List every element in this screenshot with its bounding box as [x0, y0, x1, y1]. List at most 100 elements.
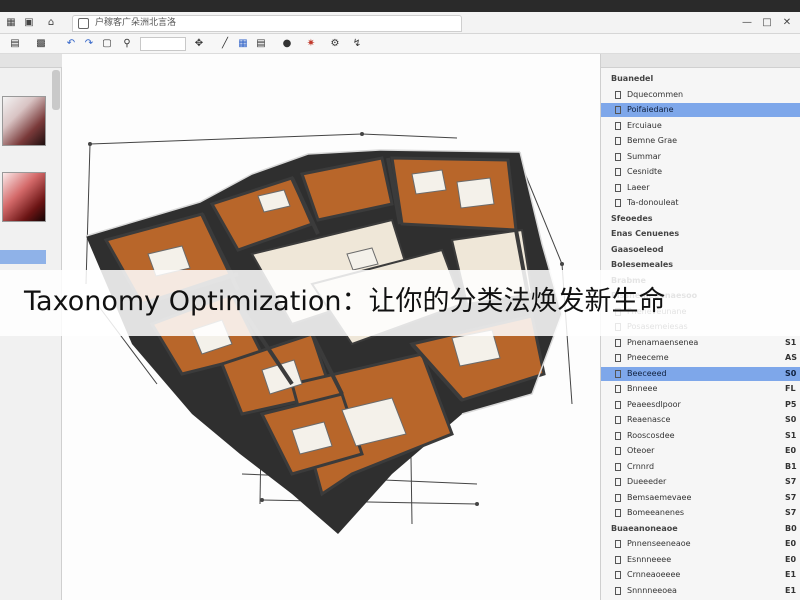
property-row[interactable]: Beeceeed S0 [601, 366, 800, 381]
help-icon[interactable]: ↯ [350, 37, 364, 51]
property-row[interactable]: Ercuiaue [601, 119, 800, 133]
title-banner: Taxonomy Optimization：让你的分类法焕发新生命 [0, 270, 800, 336]
property-label: Sfeoedes [611, 213, 653, 223]
property-icon [615, 168, 621, 176]
undo-icon[interactable]: ↶ [64, 37, 78, 51]
property-row[interactable]: Crnnrd B1 [601, 460, 800, 474]
property-row[interactable]: Bemne Grae [601, 134, 800, 148]
material-swatch-red[interactable] [2, 172, 46, 222]
property-row[interactable]: Summar [601, 150, 800, 164]
property-row[interactable]: Crnneaoeeee E1 [601, 568, 800, 582]
property-icon [615, 416, 621, 424]
zoom-icon[interactable]: ⚲ [120, 37, 134, 51]
property-row[interactable]: Reaenasce S0 [601, 413, 800, 427]
property-value: P5 [785, 399, 797, 409]
property-row[interactable]: Pnnenseeneaoe E0 [601, 537, 800, 551]
property-row[interactable]: Bemsaemevaee S7 [601, 491, 800, 505]
banner-title: Taxonomy Optimization：让你的分类法焕发新生命 [24, 286, 666, 317]
property-label: Esnnneeee [627, 554, 672, 564]
minimize-icon[interactable]: — [740, 16, 754, 30]
property-value: S1 [785, 430, 797, 440]
material-swatch-dark[interactable] [2, 96, 46, 146]
property-icon [615, 540, 621, 548]
property-row[interactable]: Sfeoedes [601, 212, 800, 226]
property-icon [615, 183, 621, 192]
file-icon[interactable]: ▣ [22, 16, 36, 30]
property-row[interactable]: Pnenamaensenea S1 [601, 336, 800, 350]
property-label: Snnnneeoea [627, 585, 677, 595]
render-icon[interactable]: ● [280, 37, 294, 51]
measure-icon[interactable]: ✷ [304, 37, 318, 51]
property-row[interactable]: Buaeanoneaoe B0 [601, 522, 800, 536]
palette-selected-item[interactable] [0, 250, 46, 264]
property-label: Ercuiaue [627, 120, 662, 130]
property-row[interactable]: Dueeeder S7 [601, 475, 800, 489]
property-value: E0 [785, 539, 797, 548]
property-row[interactable]: Bomeeanenes S7 [601, 506, 800, 520]
property-label: Cesnidte [627, 167, 663, 176]
close-icon[interactable]: ✕ [780, 16, 794, 30]
property-label: Buanedel [611, 74, 654, 83]
property-row[interactable]: Ta-donouleat [601, 196, 800, 210]
property-row[interactable]: Gaasoeleod [601, 243, 800, 257]
property-row[interactable]: Dquecommen [601, 88, 800, 102]
property-label: Bomeeanenes [627, 508, 685, 517]
property-value: E1 [785, 570, 797, 579]
property-row[interactable]: Pneeceme AS [601, 351, 800, 365]
property-icon [615, 90, 621, 99]
property-row[interactable]: Enas Cenuenes [601, 227, 800, 241]
property-label: Bemsaemevaee [627, 492, 692, 502]
property-label: Reaenasce [627, 415, 671, 424]
property-icon [615, 462, 621, 471]
select-icon[interactable]: ▢ [100, 37, 114, 51]
property-row[interactable]: Rooscosdee S1 [601, 429, 800, 443]
document-tab-title: 户稼客广朵洲北言洛 [95, 18, 177, 28]
property-row[interactable]: Peaeesdlpoor P5 [601, 398, 800, 412]
tab-bar: ▦ ▣ ⌂ 户稼客广朵洲北言洛 — □ ✕ [0, 12, 800, 34]
property-icon [615, 137, 621, 145]
fill-icon[interactable]: ▤ [254, 37, 268, 51]
document-tab[interactable]: 户稼客广朵洲北言洛 [72, 15, 462, 32]
maximize-icon[interactable]: □ [760, 16, 774, 30]
property-icon [615, 493, 621, 502]
property-icon [615, 400, 621, 409]
property-icon [615, 478, 621, 486]
property-value: AS [785, 353, 797, 362]
property-row[interactable]: Cesnidte [601, 165, 800, 179]
pan-icon[interactable]: ✥ [192, 37, 206, 51]
property-row[interactable]: Snnnneeoea E1 [601, 584, 800, 598]
document-icon [78, 18, 89, 29]
property-label: Peaeesdlpoor [627, 399, 681, 409]
palette-scrollbar[interactable] [52, 70, 60, 110]
property-label: Pnenamaensenea [627, 337, 699, 347]
property-row[interactable]: Esnnneeee E0 [601, 553, 800, 567]
wall-tool-icon[interactable]: ▦ [236, 37, 250, 51]
property-row[interactable]: Bnneee FL [601, 382, 800, 396]
property-icon [615, 199, 621, 207]
property-row[interactable]: Laeer [601, 181, 800, 195]
property-value: S7 [785, 492, 797, 502]
settings-icon[interactable]: ⚙ [328, 37, 342, 51]
print-icon[interactable]: ▩ [34, 37, 48, 51]
property-label: Bnneee [627, 384, 658, 393]
save-icon[interactable]: ▤ [8, 37, 22, 51]
property-value: E0 [785, 446, 797, 455]
property-icon [615, 555, 621, 564]
property-label: Beeceeed [627, 368, 667, 378]
property-icon [615, 385, 621, 393]
redo-icon[interactable]: ↷ [82, 37, 96, 51]
zoom-field[interactable] [140, 37, 186, 51]
line-tool-icon[interactable]: ╱ [218, 37, 232, 51]
property-label: Dueeeder [627, 477, 667, 486]
property-row[interactable]: Buanedel [601, 72, 800, 86]
property-row[interactable]: Oteoer E0 [601, 444, 800, 458]
app-menu-icon[interactable]: ▦ [4, 16, 18, 30]
property-value: S7 [785, 477, 797, 486]
property-icon [615, 586, 621, 595]
property-value: S1 [785, 337, 797, 347]
property-label: Rooscosdee [627, 430, 675, 440]
property-label: Laeer [627, 182, 650, 192]
home-icon[interactable]: ⌂ [44, 16, 58, 30]
property-row[interactable]: Poifaiedane [601, 103, 800, 117]
property-label: Gaasoeleod [611, 244, 664, 254]
